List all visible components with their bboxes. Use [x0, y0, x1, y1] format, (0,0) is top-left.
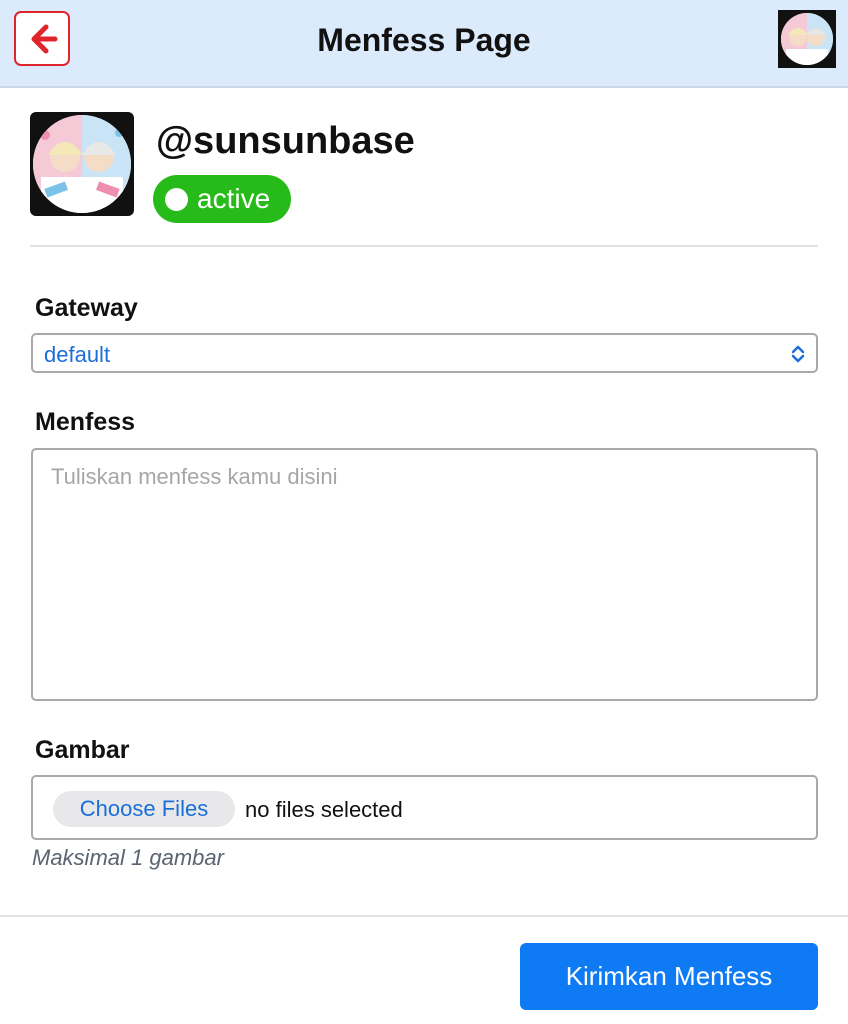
menfess-textarea[interactable]: Tuliskan menfess kamu disini: [31, 448, 818, 701]
gateway-select[interactable]: default: [31, 333, 818, 373]
status-badge: active: [153, 175, 291, 223]
header-avatar[interactable]: [778, 10, 836, 68]
username: @sunsunbase: [156, 120, 415, 162]
divider: [30, 245, 818, 247]
menfess-label: Menfess: [35, 408, 136, 436]
status-label: active: [197, 183, 271, 214]
submit-menfess-button[interactable]: Kirimkan Menfess: [520, 943, 818, 1010]
avatar-image: [781, 13, 833, 65]
chevron-up-down-icon: [791, 345, 805, 363]
gambar-file-input[interactable]: Choose Files no files selected: [31, 775, 818, 840]
choose-files-button[interactable]: Choose Files: [53, 791, 235, 827]
profile-avatar: [30, 112, 134, 216]
avatar-image: [33, 115, 131, 213]
page-title: Menfess Page: [317, 22, 531, 58]
top-bar: Menfess Page: [0, 0, 848, 88]
gambar-hint: Maksimal 1 gambar: [32, 845, 224, 870]
gambar-label: Gambar: [35, 736, 130, 764]
gateway-selected-value: default: [44, 342, 111, 367]
file-status-text: no files selected: [245, 797, 403, 822]
status-dot-icon: [165, 187, 188, 211]
menfess-placeholder: Tuliskan menfess kamu disini: [51, 464, 338, 489]
gateway-label: Gateway: [35, 294, 138, 322]
footer-divider: [0, 915, 848, 917]
